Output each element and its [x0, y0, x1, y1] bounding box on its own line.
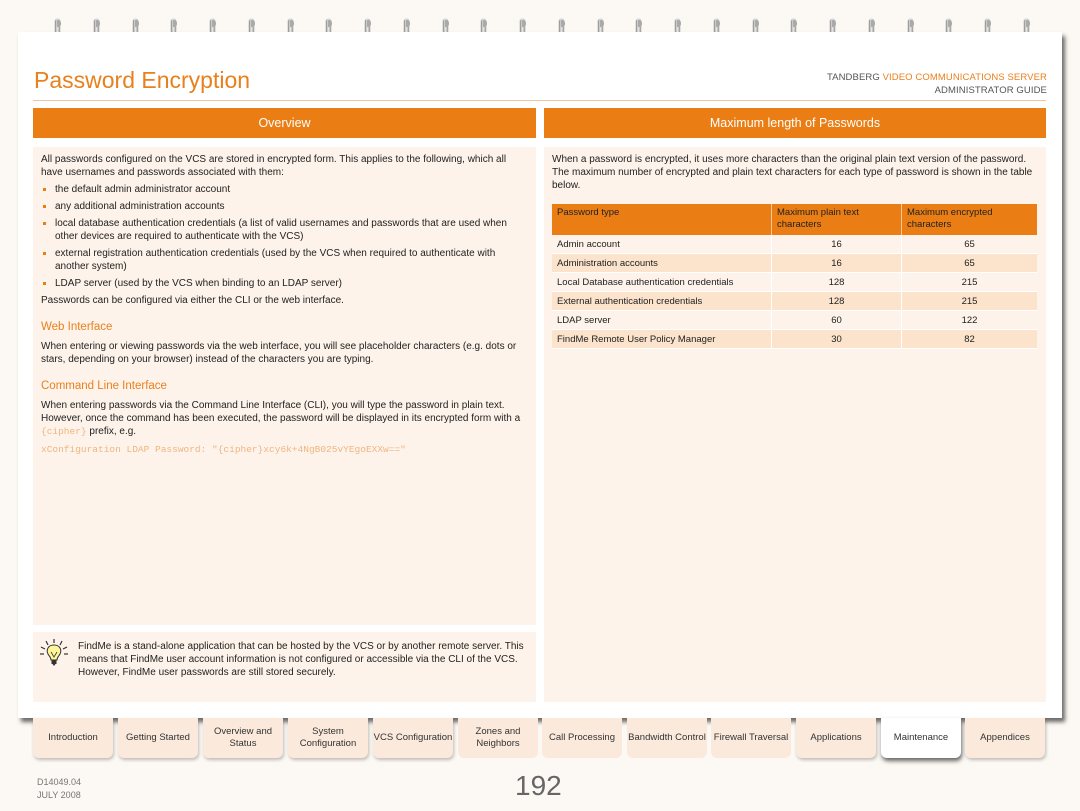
tab-vcs-configuration[interactable]: VCS Configuration	[373, 718, 453, 758]
table-row: Administration accounts 16 65	[552, 254, 1037, 273]
password-type-cell: FindMe Remote User Policy Manager	[552, 330, 772, 349]
encrypted-max-cell: 215	[902, 273, 1037, 292]
encrypted-max-cell: 122	[902, 311, 1037, 330]
tab-appendices[interactable]: Appendices	[965, 718, 1045, 758]
brand-product: VIDEO COMMUNICATIONS SERVER	[882, 72, 1047, 83]
account-list: the default admin administrator account …	[41, 183, 528, 290]
web-interface-heading: Web Interface	[41, 321, 113, 333]
lightbulb-icon	[40, 639, 68, 666]
page-number: 192	[515, 770, 562, 801]
plain-max-cell: 128	[772, 273, 902, 292]
password-length-table: Password type Maximum plain text charact…	[552, 204, 1037, 349]
cli-text-after: prefix, e.g.	[86, 426, 137, 437]
plain-max-cell: 128	[772, 292, 902, 311]
column-header: Maximum encrypted characters	[902, 204, 1037, 235]
tab-applications[interactable]: Applications	[796, 718, 876, 758]
password-type-cell: LDAP server	[552, 311, 772, 330]
brand-prefix: TANDBERG	[826, 72, 880, 83]
password-type-cell: Admin account	[552, 235, 772, 254]
table-row: Admin account 16 65	[552, 235, 1037, 254]
overview-header: Overview	[33, 108, 536, 138]
cli-heading: Command Line Interface	[41, 380, 167, 392]
tip-text: FindMe is a stand-alone application that…	[78, 641, 524, 678]
overview-intro: All passwords configured on the VCS are …	[41, 154, 507, 178]
list-item: local database authentication credential…	[41, 217, 528, 243]
plain-max-cell: 30	[772, 330, 902, 349]
max-length-header: Maximum length of Passwords	[544, 108, 1046, 138]
password-type-cell: Administration accounts	[552, 254, 772, 273]
list-item: external registration authentication cre…	[41, 247, 528, 273]
tip-panel: FindMe is a stand-alone application that…	[33, 632, 536, 702]
tab-bandwidth-control[interactable]: Bandwidth Control	[627, 718, 707, 758]
table-row: LDAP server 60 122	[552, 311, 1037, 330]
tab-zones-and-neighbors[interactable]: Zones and Neighbors	[458, 718, 538, 758]
document-info: D14049.04 JULY 2008	[37, 776, 81, 802]
title-divider	[33, 100, 1046, 101]
page-title: Password Encryption	[34, 67, 251, 93]
table-row: Local Database authentication credential…	[552, 273, 1037, 292]
tab-firewall-traversal[interactable]: Firewall Traversal	[711, 718, 791, 758]
table-row: FindMe Remote User Policy Manager 30 82	[552, 330, 1037, 349]
cli-example-code: xConfiguration LDAP Password: "{cipher}x…	[41, 444, 406, 455]
tab-getting-started[interactable]: Getting Started	[118, 718, 198, 758]
plain-max-cell: 60	[772, 311, 902, 330]
overview-panel: All passwords configured on the VCS are …	[33, 147, 536, 625]
encrypted-max-cell: 215	[902, 292, 1037, 311]
password-type-cell: External authentication credentials	[552, 292, 772, 311]
tab-introduction[interactable]: Introduction	[33, 718, 113, 758]
list-item: the default admin administrator account	[41, 183, 528, 196]
max-length-panel: When a password is encrypted, it uses mo…	[544, 147, 1046, 702]
list-item: any additional administration accounts	[41, 200, 528, 213]
max-length-intro: When a password is encrypted, it uses mo…	[552, 154, 1033, 191]
encrypted-max-cell: 65	[902, 235, 1037, 254]
encrypted-max-cell: 65	[902, 254, 1037, 273]
cli-text-before: When entering passwords via the Command …	[41, 400, 521, 424]
document-id: D14049.04	[37, 777, 82, 787]
list-item: LDAP server (used by the VCS when bindin…	[41, 277, 528, 290]
encrypted-max-cell: 82	[902, 330, 1037, 349]
cli-text: When entering passwords via the Command …	[41, 399, 528, 438]
plain-max-cell: 16	[772, 235, 902, 254]
column-header: Maximum plain text characters	[772, 204, 902, 235]
document-date: JULY 2008	[37, 790, 81, 800]
cipher-inline-code: {cipher}	[41, 426, 87, 437]
tab-maintenance[interactable]: Maintenance	[881, 718, 961, 758]
column-header: Password type	[552, 204, 772, 235]
overview-outro: Passwords can be configured via either t…	[41, 295, 344, 306]
brand-subtitle: ADMINISTRATOR GUIDE	[934, 85, 1047, 96]
web-interface-text: When entering or viewing passwords via t…	[41, 341, 517, 365]
tab-call-processing[interactable]: Call Processing	[542, 718, 622, 758]
tab-overview-and-status[interactable]: Overview and Status	[203, 718, 283, 758]
password-type-cell: Local Database authentication credential…	[552, 273, 772, 292]
brand-header: TANDBERG VIDEO COMMUNICATIONS SERVER ADM…	[827, 71, 1047, 97]
plain-max-cell: 16	[772, 254, 902, 273]
tab-system-configuration[interactable]: System Configuration	[288, 718, 368, 758]
table-header-row: Password type Maximum plain text charact…	[552, 204, 1037, 235]
table-row: External authentication credentials 128 …	[552, 292, 1037, 311]
